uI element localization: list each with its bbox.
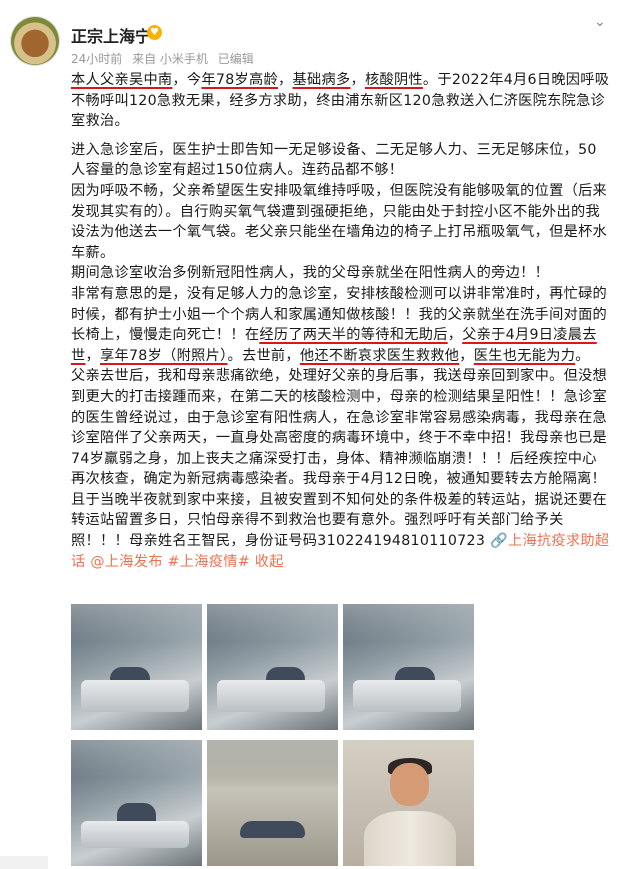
photo-6[interactable]	[343, 740, 474, 866]
scroll-indicator	[0, 856, 48, 869]
text-span: 基础病多	[292, 72, 351, 88]
photo-1[interactable]	[71, 604, 202, 730]
paragraph-5: 非常有意思的是，没有足够人力的急诊室，安排核酸检测可以讲非常准时，再忙碌的时候，…	[71, 284, 611, 366]
link-icon: 🔗	[489, 533, 508, 550]
paragraph-3: 因为呼吸不畅，父亲希望医生安排吸氧维持呼吸，但医院没有能够吸氧的位置（后来发现其…	[71, 182, 608, 261]
text-span: 享年78岁（附照片）	[100, 347, 228, 364]
text-span: 本人父亲吴中南	[71, 72, 173, 88]
weibo-post: 正宗上海宁 ♥ ⌄ 24小时前 来自 小米手机 已编辑 本人父亲吴中南，今年78…	[0, 0, 622, 869]
text-span: 医生也无能为力	[473, 347, 576, 364]
paragraph-4: 期间急诊室收治多例新冠阳性病人，我的父母亲就坐在阳性病人的旁边！！	[71, 265, 550, 282]
post-content: 本人父亲吴中南，今年78岁高龄，基础病多，核酸阴性。于2022年4月6日晚因呼吸…	[71, 70, 611, 572]
text-span: ，	[459, 347, 474, 364]
avatar[interactable]	[11, 17, 59, 65]
text-span: 经历了两天半的等待和无助后	[259, 327, 448, 344]
text-span: ，	[350, 72, 365, 88]
text-span: 年78岁高龄	[201, 72, 279, 88]
fire-badge-icon: ♥	[147, 25, 162, 40]
photo-2[interactable]	[207, 604, 338, 730]
post-source: 来自 小米手机	[132, 52, 208, 66]
mention-link[interactable]: @上海发布	[90, 554, 162, 570]
text-span: ，今	[172, 72, 202, 88]
photo-4[interactable]	[71, 740, 202, 866]
text-span: 父亲去世后，我和母亲悲痛欲绝，处理好父亲的身后事，我送母亲回到家中。但没想到更大…	[71, 368, 608, 550]
text-span: 核酸阴性	[364, 72, 423, 88]
paragraph-2: 进入急诊室后，医生护士即告知一无足够设备、二无足够人力、三无足够床位，50人容量…	[71, 141, 597, 179]
user-name[interactable]: 正宗上海宁	[71, 23, 151, 47]
paragraph-6: 父亲去世后，我和母亲悲痛欲绝，处理好父亲的身后事，我送母亲回到家中。但没想到更大…	[71, 366, 611, 572]
post-meta: 24小时前 来自 小米手机 已编辑	[71, 50, 260, 67]
photo-5[interactable]	[207, 740, 338, 866]
edited-label[interactable]: 已编辑	[218, 52, 254, 66]
chevron-down-icon[interactable]: ⌄	[594, 14, 606, 30]
text-span: 。去世前，	[227, 347, 300, 364]
post-time[interactable]: 24小时前	[71, 52, 122, 66]
text-span: 。	[575, 347, 590, 364]
text-span: 他还不断哀求医生救救他	[299, 347, 460, 364]
text-span: ，	[85, 347, 100, 364]
hashtag-link[interactable]: #上海疫情#	[168, 554, 250, 570]
paragraph-1: 本人父亲吴中南，今年78岁高龄，基础病多，核酸阴性。于2022年4月6日晚因呼吸…	[71, 70, 611, 132]
collapse-link[interactable]: 收起	[255, 554, 284, 570]
photo-grid	[71, 604, 606, 866]
text-span: ，	[278, 72, 293, 88]
photo-3[interactable]	[343, 604, 474, 730]
text-span: ，	[447, 327, 463, 344]
